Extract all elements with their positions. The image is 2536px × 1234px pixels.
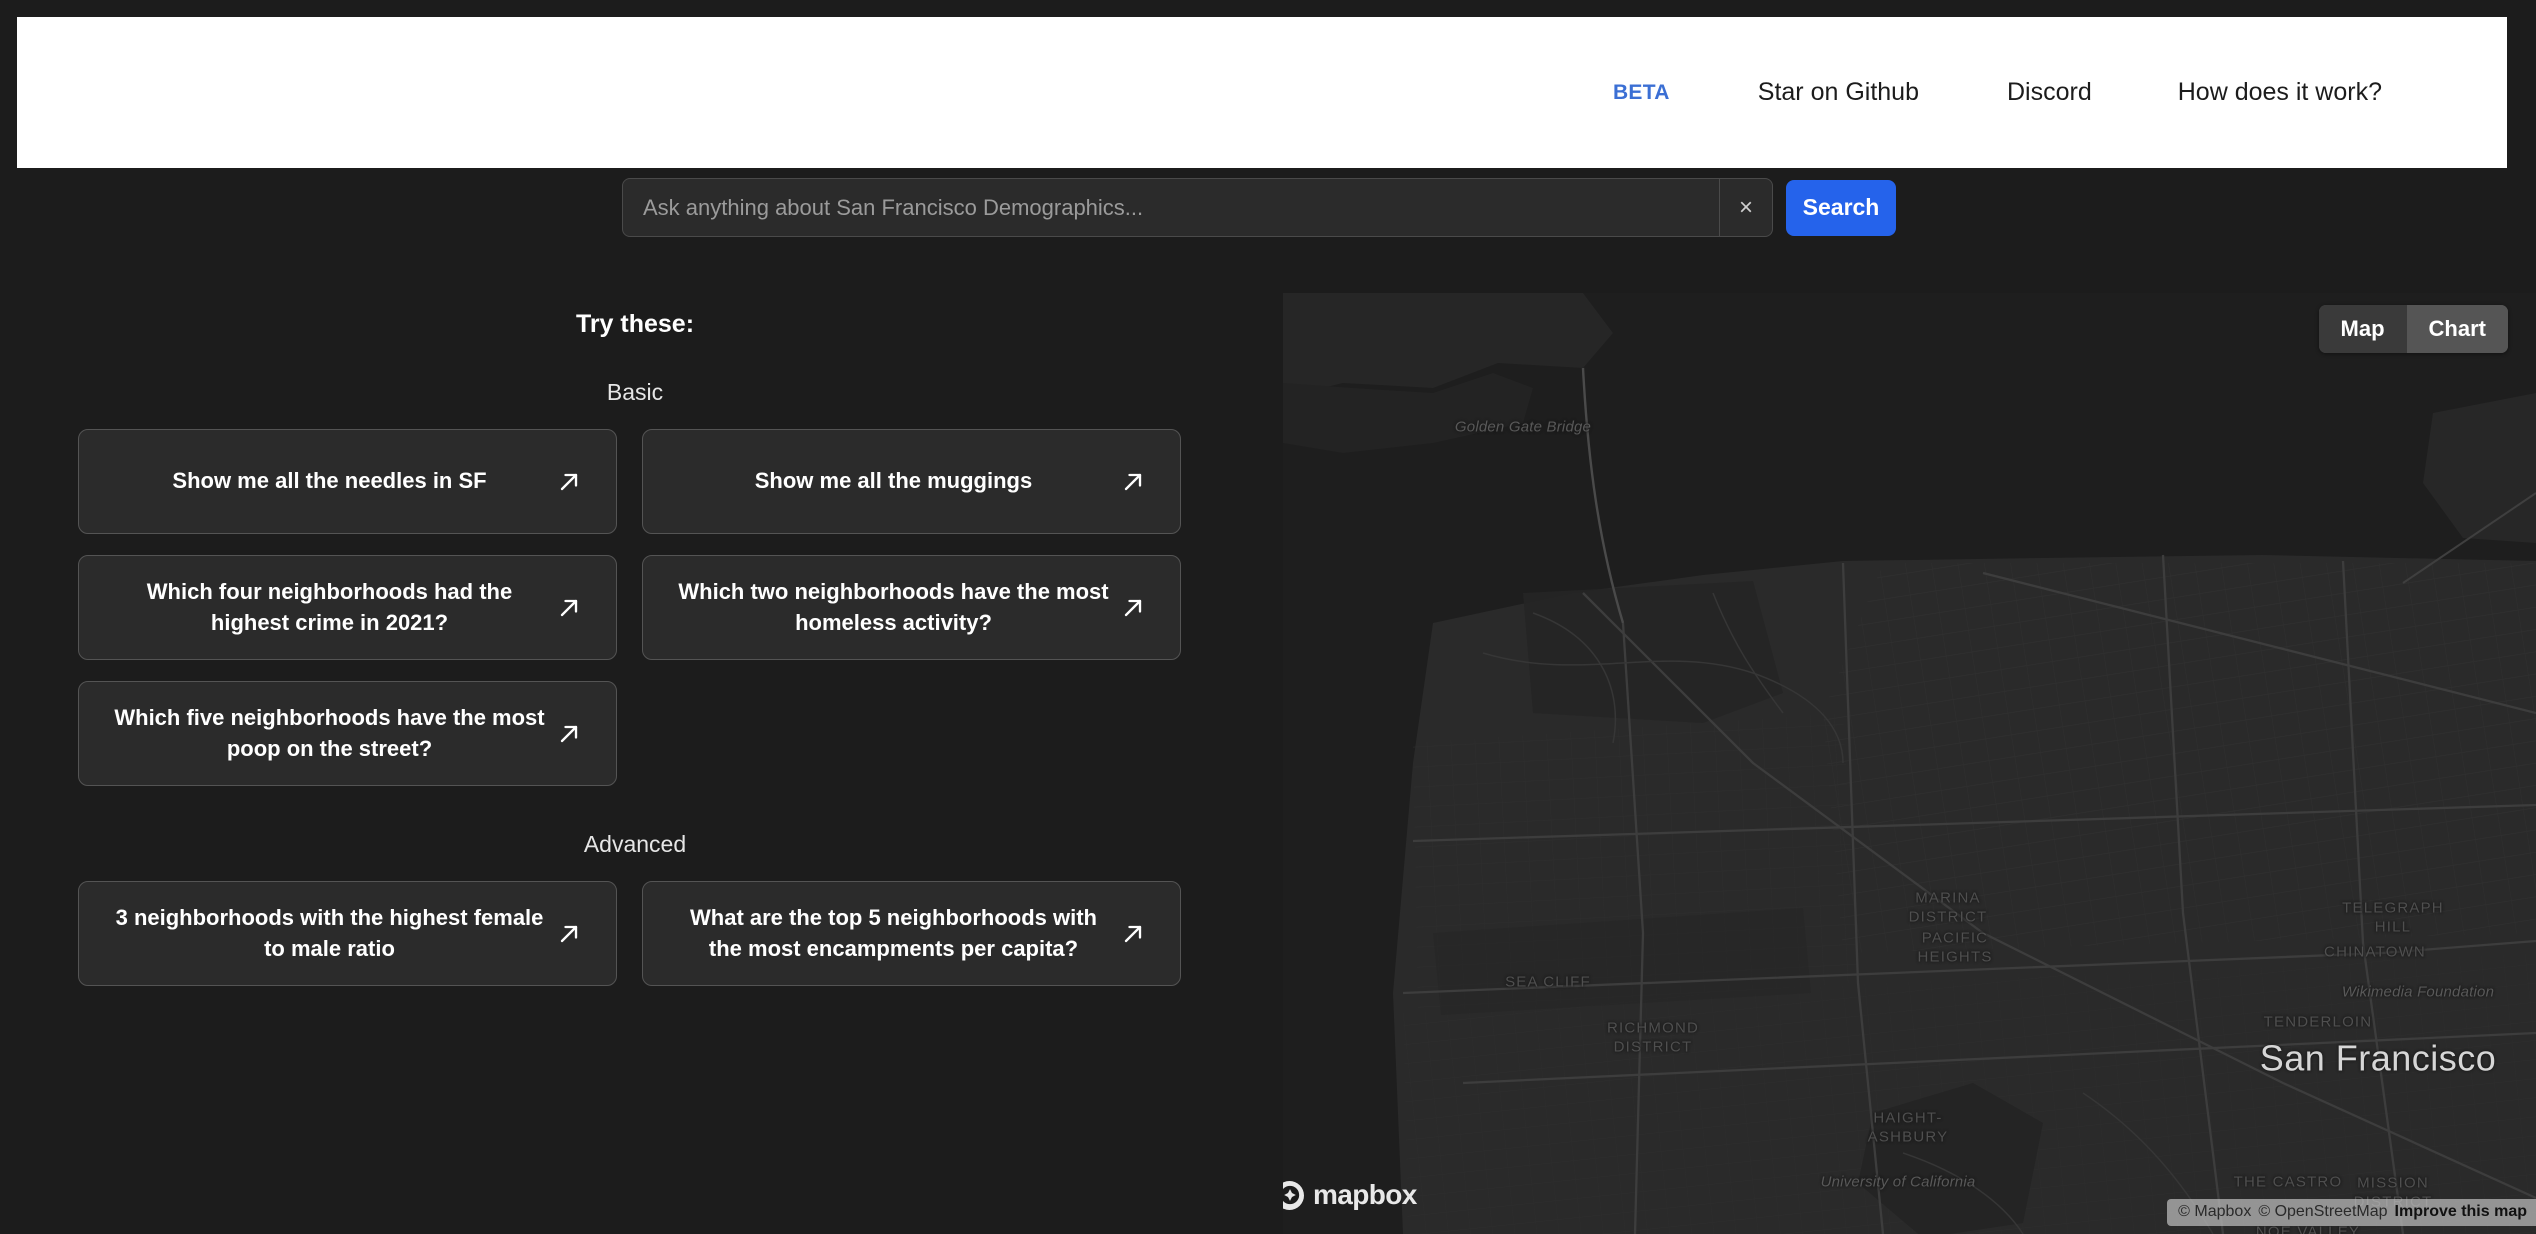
suggestion-card-text: 3 neighborhoods with the highest female … [115, 904, 544, 961]
suggestion-card[interactable]: Which five neighborhoods have the most p… [78, 681, 617, 786]
arrow-up-right-icon [560, 925, 578, 942]
suggestion-card-text: Which five neighborhoods have the most p… [114, 704, 545, 761]
suggestion-card-text: Show me all the needles in SF [172, 468, 487, 494]
header-logo-area [17, 17, 1613, 168]
suggestion-card[interactable]: 3 neighborhoods with the highest female … [78, 881, 617, 986]
suggestion-card-text: Show me all the muggings [754, 468, 1033, 494]
search-row: × Search [622, 178, 1896, 237]
attribution-mapbox[interactable]: © Mapbox [2178, 1203, 2251, 1221]
arrow-up-right-icon [560, 473, 578, 490]
suggestion-card[interactable]: Which two neighborhoods have the most ho… [642, 555, 1181, 660]
suggestion-card[interactable]: Which four neighborhoods had the highest… [78, 555, 617, 660]
suggestion-card-text: Which two neighborhoods have the most ho… [678, 578, 1109, 635]
app-root: BETA Star on Github Discord How does it … [0, 0, 2536, 1234]
search-box: × [622, 178, 1773, 237]
map-panel[interactable]: Golden Gate Bridge MARINA DISTRICT TELEG… [1283, 293, 2536, 1234]
nav-link-star-on-github[interactable]: Star on Github [1758, 78, 1919, 107]
suggestion-card-text: What are the top 5 neighborhoods with th… [690, 904, 1097, 961]
mapbox-mark-icon [1283, 1180, 1304, 1210]
mapbox-wordmark: mapbox [1313, 1179, 1417, 1210]
clear-icon[interactable]: × [1719, 179, 1772, 236]
suggestion-card-text: Which four neighborhoods had the highest… [146, 578, 513, 635]
map-canvas[interactable]: Golden Gate Bridge MARINA DISTRICT TELEG… [1283, 293, 2536, 1234]
arrow-up-right-icon [1124, 599, 1142, 616]
suggestion-card[interactable]: What are the top 5 neighborhoods with th… [642, 881, 1181, 986]
section-label-advanced: Advanced [583, 831, 687, 857]
nav-link-discord[interactable]: Discord [2007, 78, 2092, 107]
toggle-chart-button[interactable]: Chart [2406, 305, 2508, 353]
suggestion-card[interactable]: Show me all the muggings [642, 429, 1181, 534]
arrow-up-right-icon [560, 599, 578, 616]
map-attribution: © Mapbox © OpenStreetMap Improve this ma… [2167, 1199, 2536, 1226]
suggestion-card[interactable]: Show me all the needles in SF [78, 429, 617, 534]
map-chart-toggle: Map Chart [2318, 305, 2508, 353]
arrow-up-right-icon [1124, 473, 1142, 490]
attribution-improve-this-map[interactable]: Improve this map [2395, 1203, 2527, 1221]
top-header: BETA Star on Github Discord How does it … [17, 17, 2507, 168]
basic-cards-grid: Show me all the needles in SF Show me al… [0, 429, 1270, 786]
section-label-basic: Basic [606, 379, 664, 405]
search-input[interactable] [623, 179, 1719, 236]
grid-spacer [642, 681, 1181, 786]
attribution-openstreetmap[interactable]: © OpenStreetMap [2258, 1203, 2387, 1221]
mapbox-logo[interactable]: mapbox [1283, 1179, 1417, 1211]
mapbox-glyph-icon [1283, 1185, 1299, 1205]
advanced-cards-grid: 3 neighborhoods with the highest female … [0, 881, 1270, 986]
map-vector-layer [1283, 293, 2536, 1234]
try-these-title: Try these: [575, 310, 695, 338]
arrow-up-right-icon [1124, 925, 1142, 942]
search-button[interactable]: Search [1786, 179, 1896, 236]
nav-link-how-does-it-work[interactable]: How does it work? [2178, 78, 2382, 107]
suggestions-panel: Try these: Basic Show me all the needles… [0, 290, 1270, 1234]
beta-badge: BETA [1612, 80, 1670, 104]
toggle-map-button[interactable]: Map [2318, 305, 2407, 353]
arrow-up-right-icon [560, 725, 578, 742]
